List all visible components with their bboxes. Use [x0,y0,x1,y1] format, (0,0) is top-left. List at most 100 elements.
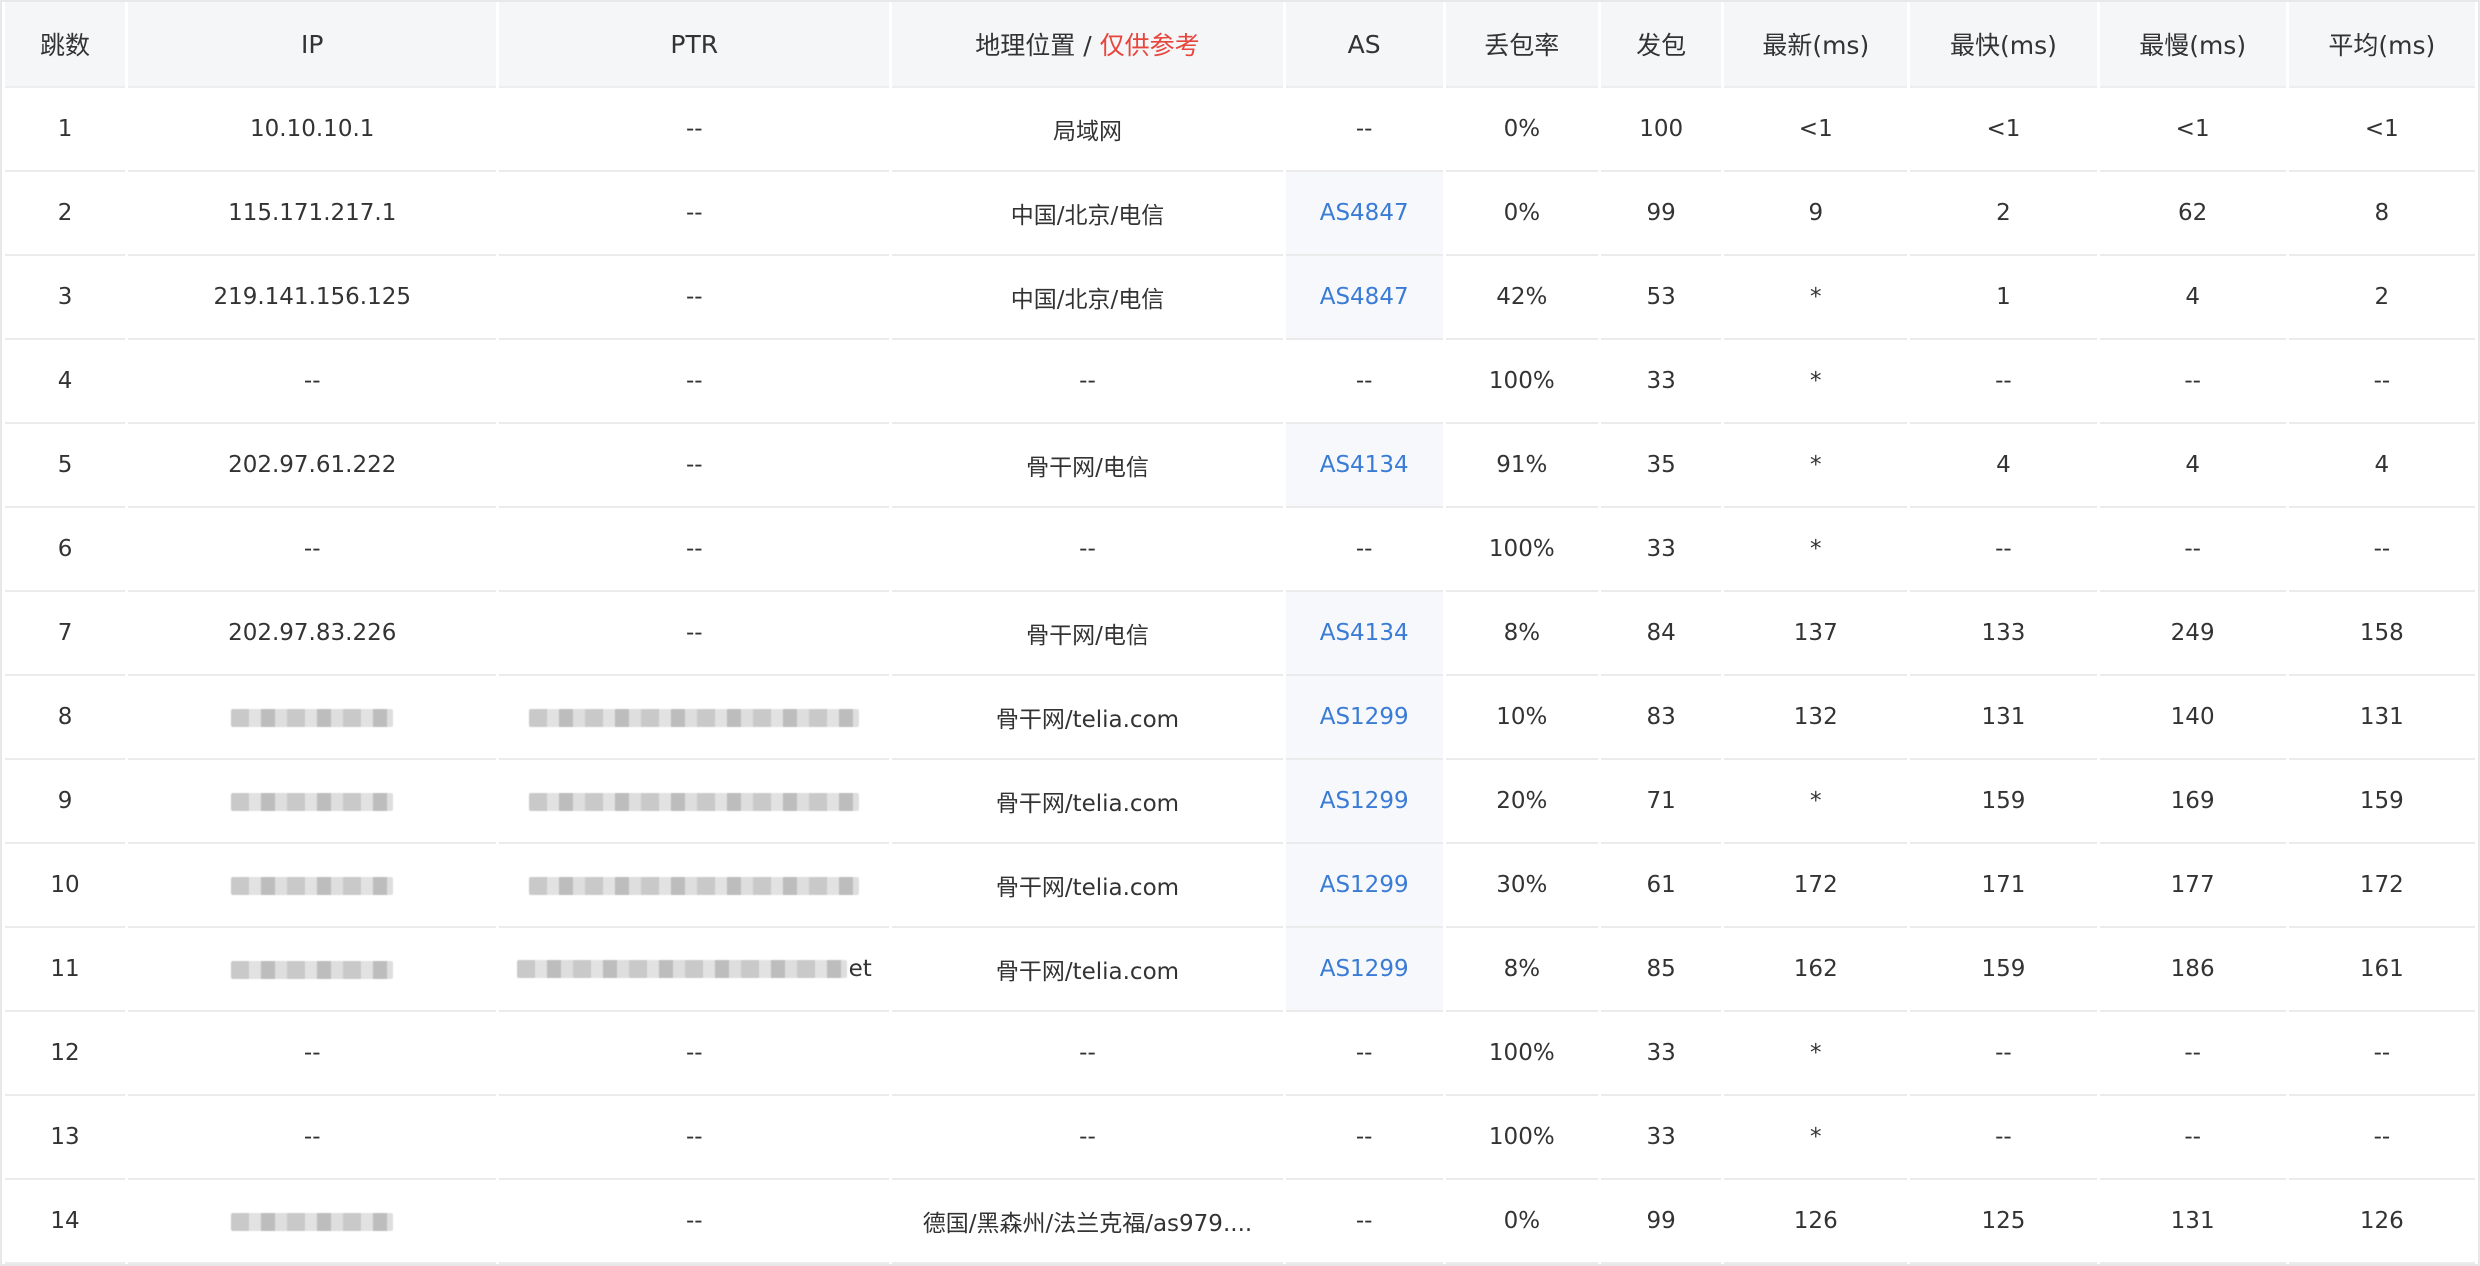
as-cell: -- [1285,1096,1443,1180]
best-cell: -- [1910,1012,2097,1096]
header-geo-label: 地理位置 [975,31,1076,60]
table-row: 14 -- 德国/黑森州/法兰克福/as979.... -- 0% 99 126 125 131… [5,1180,2475,1264]
as-cell: -- [1285,508,1443,592]
ptr-cell: -- [499,256,890,340]
header-ip: IP [128,2,497,88]
loss-cell: 8% [1445,928,1599,1012]
ptr-cell [499,844,890,928]
worst-cell: -- [2099,1096,2286,1180]
best-cell: <1 [1910,88,2097,172]
header-worst: 最慢(ms) [2099,2,2286,88]
avg-cell: 131 [2288,676,2475,760]
redacted-ip [231,1212,394,1231]
avg-cell: -- [2288,1012,2475,1096]
loss-cell: 20% [1445,760,1599,844]
ip-cell: 202.97.61.222 [128,424,497,508]
redacted-ip [231,960,394,979]
worst-cell: 131 [2099,1180,2286,1264]
loss-cell: 100% [1445,1012,1599,1096]
worst-cell: 62 [2099,172,2286,256]
worst-cell: -- [2099,1012,2286,1096]
loss-cell: 0% [1445,1180,1599,1264]
as-link[interactable]: AS1299 [1320,704,1409,730]
last-cell: 132 [1724,676,1908,760]
table-row: 12 -- -- -- -- 100% 33 * -- -- -- [5,1012,2475,1096]
ptr-cell: -- [499,88,890,172]
as-link[interactable]: AS1299 [1320,956,1409,982]
header-last: 最新(ms) [1724,2,1908,88]
ip-cell [128,760,497,844]
last-cell: * [1724,1096,1908,1180]
header-hop: 跳数 [5,2,126,88]
sent-cell: 33 [1601,508,1722,592]
ip-cell: 219.141.156.125 [128,256,497,340]
best-cell: 131 [1910,676,2097,760]
last-cell: 172 [1724,844,1908,928]
sent-cell: 33 [1601,1012,1722,1096]
header-ptr: PTR [499,2,890,88]
ptr-cell: et [499,928,890,1012]
avg-cell: <1 [2288,88,2475,172]
geo-cell: 中国/北京/电信 [892,172,1283,256]
last-cell: * [1724,508,1908,592]
as-cell: AS4134 [1285,424,1443,508]
hop-cell: 5 [5,424,126,508]
table-row: 1 10.10.10.1 -- 局域网 -- 0% 100 <1 <1 <1 <1 [5,88,2475,172]
best-cell: -- [1910,508,2097,592]
table-row: 10 骨干网/telia.com AS1299 30% 61 172 171 177 172 [5,844,2475,928]
ptr-cell: -- [499,1012,890,1096]
best-cell: 125 [1910,1180,2097,1264]
loss-cell: 8% [1445,592,1599,676]
last-cell: * [1724,424,1908,508]
table-row: 2 115.171.217.1 -- 中国/北京/电信 AS4847 0% 99 9 2 62 8 [5,172,2475,256]
as-link[interactable]: AS4847 [1320,200,1409,226]
avg-cell: -- [2288,1096,2475,1180]
as-link[interactable]: AS4134 [1320,620,1409,646]
avg-cell: 2 [2288,256,2475,340]
last-cell: 126 [1724,1180,1908,1264]
sent-cell: 85 [1601,928,1722,1012]
sent-cell: 99 [1601,1180,1722,1264]
geo-cell: 骨干网/telia.com [892,676,1283,760]
last-cell: 137 [1724,592,1908,676]
geo-cell: 骨干网/电信 [892,424,1283,508]
best-cell: 2 [1910,172,2097,256]
header-as: AS [1285,2,1443,88]
avg-cell: 158 [2288,592,2475,676]
best-cell: 4 [1910,424,2097,508]
loss-cell: 91% [1445,424,1599,508]
ip-cell [128,676,497,760]
ip-cell: -- [128,508,497,592]
best-cell: 133 [1910,592,2097,676]
header-loss: 丢包率 [1445,2,1599,88]
ptr-tail-text: et [848,956,872,983]
sent-cell: 33 [1601,1096,1722,1180]
as-cell: AS1299 [1285,844,1443,928]
header-geo-separator: / [1083,31,1092,60]
sent-cell: 35 [1601,424,1722,508]
table-row: 4 -- -- -- -- 100% 33 * -- -- -- [5,340,2475,424]
as-cell: AS4847 [1285,172,1443,256]
sent-cell: 84 [1601,592,1722,676]
table-row: 3 219.141.156.125 -- 中国/北京/电信 AS4847 42% 53 * 1 4… [5,256,2475,340]
hop-cell: 9 [5,760,126,844]
as-link[interactable]: AS1299 [1320,872,1409,898]
as-link[interactable]: AS1299 [1320,788,1409,814]
last-cell: 162 [1724,928,1908,1012]
redacted-ip [231,708,394,727]
sent-cell: 33 [1601,340,1722,424]
as-link[interactable]: AS4847 [1320,284,1409,310]
best-cell: 159 [1910,928,2097,1012]
geo-cell: 骨干网/telia.com [892,928,1283,1012]
loss-cell: 0% [1445,88,1599,172]
best-cell: -- [1910,1096,2097,1180]
header-sent: 发包 [1601,2,1722,88]
table-header-row: 跳数 IP PTR 地理位置 / 仅供参考 AS 丢包率 发包 最新(ms) 最快(… [5,2,2475,88]
as-link[interactable]: AS4134 [1320,452,1409,478]
loss-cell: 100% [1445,340,1599,424]
table-row: 8 骨干网/telia.com AS1299 10% 83 132 131 140 131 [5,676,2475,760]
avg-cell: -- [2288,508,2475,592]
hop-cell: 12 [5,1012,126,1096]
ptr-cell [499,760,890,844]
hop-cell: 4 [5,340,126,424]
